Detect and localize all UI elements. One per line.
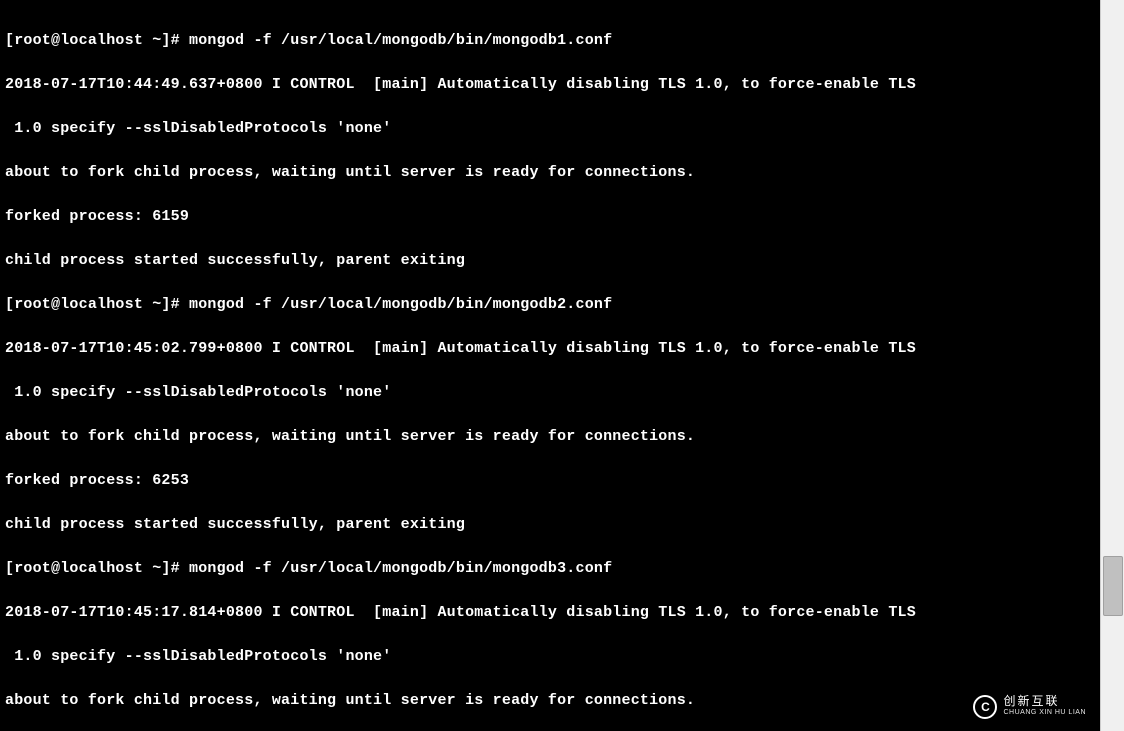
scrollbar-thumb[interactable]: [1103, 556, 1123, 616]
output-line: forked process: 6159: [5, 206, 1095, 228]
cmd-line-2: [root@localhost ~]# mongod -f /usr/local…: [5, 294, 1095, 316]
output-line: child process started successfully, pare…: [5, 514, 1095, 536]
output-line: 1.0 specify --sslDisabledProtocols 'none…: [5, 118, 1095, 140]
output-line: 1.0 specify --sslDisabledProtocols 'none…: [5, 382, 1095, 404]
output-line: 2018-07-17T10:44:49.637+0800 I CONTROL […: [5, 74, 1095, 96]
watermark-title-zh: 创新互联: [1003, 695, 1086, 707]
command-text: mongod -f /usr/local/mongodb/bin/mongodb…: [189, 560, 612, 577]
watermark-icon-letter: C: [981, 696, 990, 718]
output-line: 2018-07-17T10:45:17.814+0800 I CONTROL […: [5, 602, 1095, 624]
output-line: about to fork child process, waiting unt…: [5, 162, 1095, 184]
cmd-line-1: [root@localhost ~]# mongod -f /usr/local…: [5, 30, 1095, 52]
output-line: about to fork child process, waiting unt…: [5, 690, 1095, 712]
watermark-icon: C: [973, 695, 997, 719]
command-text: mongod -f /usr/local/mongodb/bin/mongodb…: [189, 32, 612, 49]
command-text: mongod -f /usr/local/mongodb/bin/mongodb…: [189, 296, 612, 313]
watermark-subtitle-en: CHUANG XIN HU LIAN: [1003, 707, 1086, 719]
scrollbar-track[interactable]: [1100, 0, 1124, 731]
output-line: child process started successfully, pare…: [5, 250, 1095, 272]
shell-prompt: [root@localhost ~]#: [5, 296, 189, 313]
output-line: about to fork child process, waiting unt…: [5, 426, 1095, 448]
watermark-badge: C 创新互联 CHUANG XIN HU LIAN: [963, 689, 1096, 725]
output-line: 1.0 specify --sslDisabledProtocols 'none…: [5, 646, 1095, 668]
shell-prompt: [root@localhost ~]#: [5, 32, 189, 49]
output-line: forked process: 6253: [5, 470, 1095, 492]
shell-prompt: [root@localhost ~]#: [5, 560, 189, 577]
cmd-line-3: [root@localhost ~]# mongod -f /usr/local…: [5, 558, 1095, 580]
output-line: 2018-07-17T10:45:02.799+0800 I CONTROL […: [5, 338, 1095, 360]
watermark-text: 创新互联 CHUANG XIN HU LIAN: [1003, 695, 1086, 719]
terminal-output[interactable]: [root@localhost ~]# mongod -f /usr/local…: [0, 0, 1100, 731]
